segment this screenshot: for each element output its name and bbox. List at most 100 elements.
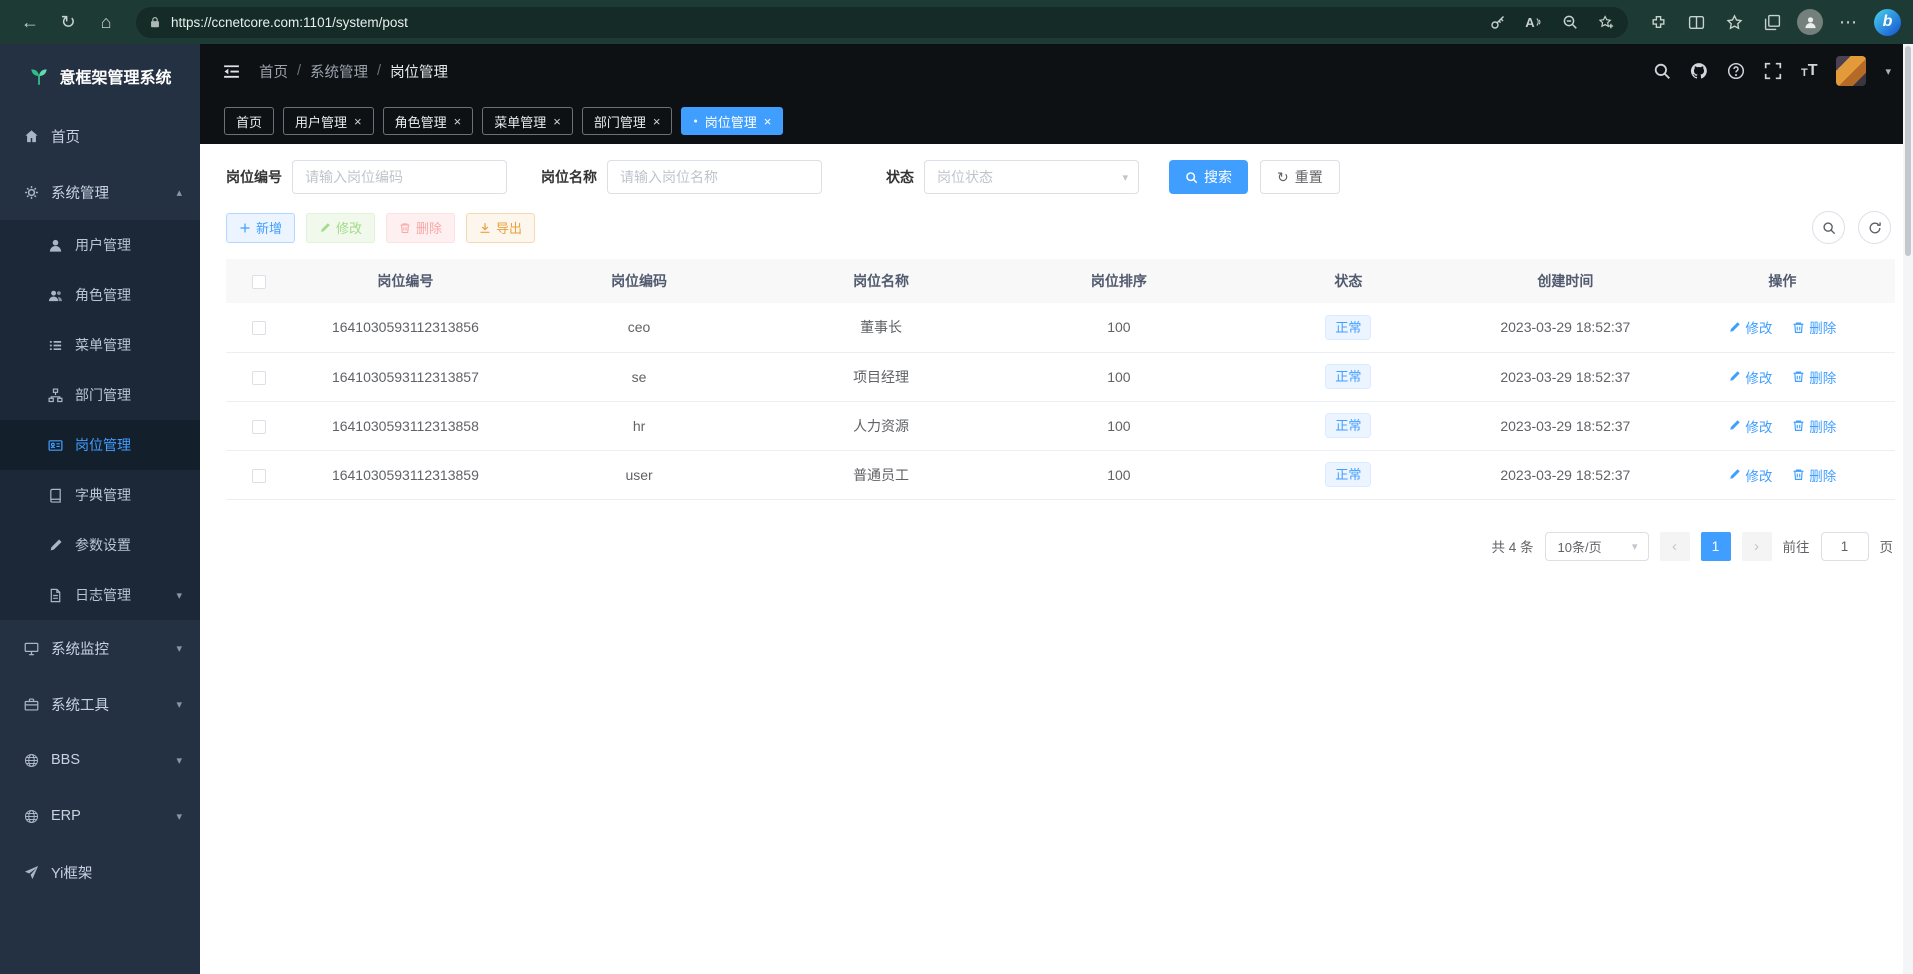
edit-row-button[interactable]: 修改 [1728, 317, 1772, 337]
edit-button[interactable]: 修改 [306, 213, 375, 243]
tab-close-icon[interactable]: × [454, 114, 462, 129]
select-all-checkbox[interactable] [252, 275, 266, 289]
refresh-table-icon[interactable] [1858, 211, 1891, 244]
back-icon[interactable]: ← [12, 5, 48, 39]
extensions-icon[interactable] [1640, 5, 1676, 39]
tab-post-mgmt[interactable]: ● 岗位管理 × [681, 107, 783, 135]
delete-row-button[interactable]: 删除 [1792, 416, 1836, 436]
sidebar-item-log-mgmt[interactable]: 日志管理 ▾ [0, 570, 200, 620]
tab-role-mgmt[interactable]: 角色管理 × [383, 107, 474, 135]
site-info-icon[interactable] [148, 15, 162, 29]
status-badge: 正常 [1325, 364, 1371, 389]
sidebar-item-system-tools[interactable]: 系统工具 ▾ [0, 676, 200, 732]
page-size-select[interactable]: 10条/页 ▾ [1545, 532, 1649, 561]
goto-page-input[interactable] [1821, 532, 1869, 561]
cell-post-id: 1641030593112313859 [293, 450, 518, 499]
breadcrumb-system-mgmt[interactable]: 系统管理 [310, 61, 368, 82]
table-row: 1641030593112313856 ceo 董事长 100 正常 2023-… [226, 303, 1895, 352]
next-page-button[interactable]: › [1742, 532, 1772, 561]
sidebar-item-system-mgmt[interactable]: 系统管理 ▴ [0, 164, 200, 220]
sidebar-item-yi-framework[interactable]: Yi框架 [0, 844, 200, 900]
tab-close-icon[interactable]: × [553, 114, 561, 129]
post-name-input[interactable] [607, 160, 822, 194]
sidebar-item-bbs[interactable]: BBS ▾ [0, 732, 200, 788]
chevron-down-icon: ▾ [176, 810, 182, 823]
sidebar-item-role-mgmt[interactable]: 角色管理 [0, 270, 200, 320]
edit-row-button[interactable]: 修改 [1728, 465, 1772, 485]
sidebar-item-erp[interactable]: ERP ▾ [0, 788, 200, 844]
total-count: 共 4 条 [1491, 536, 1533, 556]
cell-post-name: 项目经理 [760, 352, 1002, 401]
font-size-icon[interactable]: TT [1801, 63, 1818, 79]
book-icon [48, 488, 64, 503]
password-key-icon[interactable] [1482, 9, 1514, 36]
breadcrumb-home[interactable]: 首页 [259, 61, 288, 82]
browser-menu-icon[interactable]: ⋯ [1830, 5, 1866, 39]
browser-profile-avatar[interactable] [1792, 5, 1828, 39]
search-button[interactable]: 搜索 [1169, 160, 1248, 194]
sidebar-item-system-monitor[interactable]: 系统监控 ▾ [0, 620, 200, 676]
post-code-input[interactable] [292, 160, 507, 194]
help-icon[interactable] [1727, 62, 1745, 80]
page-1-button[interactable]: 1 [1701, 532, 1731, 561]
favorites-icon[interactable] [1716, 5, 1752, 39]
read-aloud-icon[interactable]: A [1518, 9, 1550, 36]
favorite-add-icon[interactable] [1590, 9, 1622, 36]
zoom-out-icon[interactable] [1554, 9, 1586, 36]
row-checkbox[interactable] [252, 469, 266, 483]
split-screen-icon[interactable] [1678, 5, 1714, 39]
sidebar-item-user-mgmt[interactable]: 用户管理 [0, 220, 200, 270]
row-checkbox[interactable] [252, 420, 266, 434]
table-row: 1641030593112313859 user 普通员工 100 正常 202… [226, 450, 1895, 499]
org-tree-icon [48, 388, 64, 403]
id-badge-icon [48, 438, 64, 453]
sidebar-item-param-settings[interactable]: 参数设置 [0, 520, 200, 570]
col-post-id: 岗位编号 [293, 259, 518, 303]
page-scrollbar[interactable] [1903, 44, 1913, 974]
delete-button[interactable]: 删除 [386, 213, 455, 243]
refresh-icon[interactable]: ↻ [50, 5, 86, 39]
sidebar-item-post-mgmt[interactable]: 岗位管理 [0, 420, 200, 470]
add-button[interactable]: 新增 [226, 213, 295, 243]
row-checkbox[interactable] [252, 371, 266, 385]
sidebar-item-menu-mgmt[interactable]: 菜单管理 [0, 320, 200, 370]
delete-row-button[interactable]: 删除 [1792, 317, 1836, 337]
edit-row-button[interactable]: 修改 [1728, 416, 1772, 436]
edit-row-button[interactable]: 修改 [1728, 367, 1772, 387]
tab-close-icon[interactable]: × [354, 114, 362, 129]
tab-close-icon[interactable]: × [764, 114, 772, 129]
search-icon[interactable] [1653, 62, 1671, 80]
collections-icon[interactable] [1754, 5, 1790, 39]
tab-home[interactable]: 首页 [224, 107, 274, 135]
export-button[interactable]: 导出 [466, 213, 535, 243]
toggle-search-icon[interactable] [1812, 211, 1845, 244]
tab-close-icon[interactable]: × [653, 114, 661, 129]
github-icon[interactable] [1690, 62, 1708, 80]
chevron-down-icon: ▾ [176, 589, 182, 602]
sidebar-item-dept-mgmt[interactable]: 部门管理 [0, 370, 200, 420]
scrollbar-thumb[interactable] [1905, 46, 1911, 256]
home-icon[interactable]: ⌂ [88, 5, 124, 39]
tab-dept-mgmt[interactable]: 部门管理 × [582, 107, 673, 135]
user-avatar[interactable] [1836, 56, 1866, 86]
status-select[interactable]: 岗位状态 ▾ [924, 160, 1139, 194]
prev-page-button[interactable]: ‹ [1660, 532, 1690, 561]
sidebar-toggle-icon[interactable] [222, 63, 241, 80]
monitor-icon [24, 641, 40, 656]
sidebar-item-home[interactable]: 首页 [0, 108, 200, 164]
sidebar-item-dict-mgmt[interactable]: 字典管理 [0, 470, 200, 520]
pagination: 共 4 条 10条/页 ▾ ‹ 1 › 前往 页 [226, 532, 1895, 561]
list-icon [48, 338, 64, 353]
delete-row-button[interactable]: 删除 [1792, 367, 1836, 387]
row-checkbox[interactable] [252, 321, 266, 335]
reset-button[interactable]: ↻ 重置 [1260, 160, 1340, 194]
table-row: 1641030593112313858 hr 人力资源 100 正常 2023-… [226, 401, 1895, 450]
tab-user-mgmt[interactable]: 用户管理 × [283, 107, 374, 135]
delete-row-button[interactable]: 删除 [1792, 465, 1836, 485]
tab-menu-mgmt[interactable]: 菜单管理 × [482, 107, 573, 135]
fullscreen-icon[interactable] [1764, 62, 1782, 80]
bing-icon[interactable]: b [1874, 9, 1901, 36]
user-menu-caret-icon[interactable]: ▾ [1885, 65, 1891, 78]
cell-post-sort: 100 [1002, 352, 1236, 401]
address-bar[interactable]: https://ccnetcore.com:1101/system/post A [136, 7, 1628, 38]
